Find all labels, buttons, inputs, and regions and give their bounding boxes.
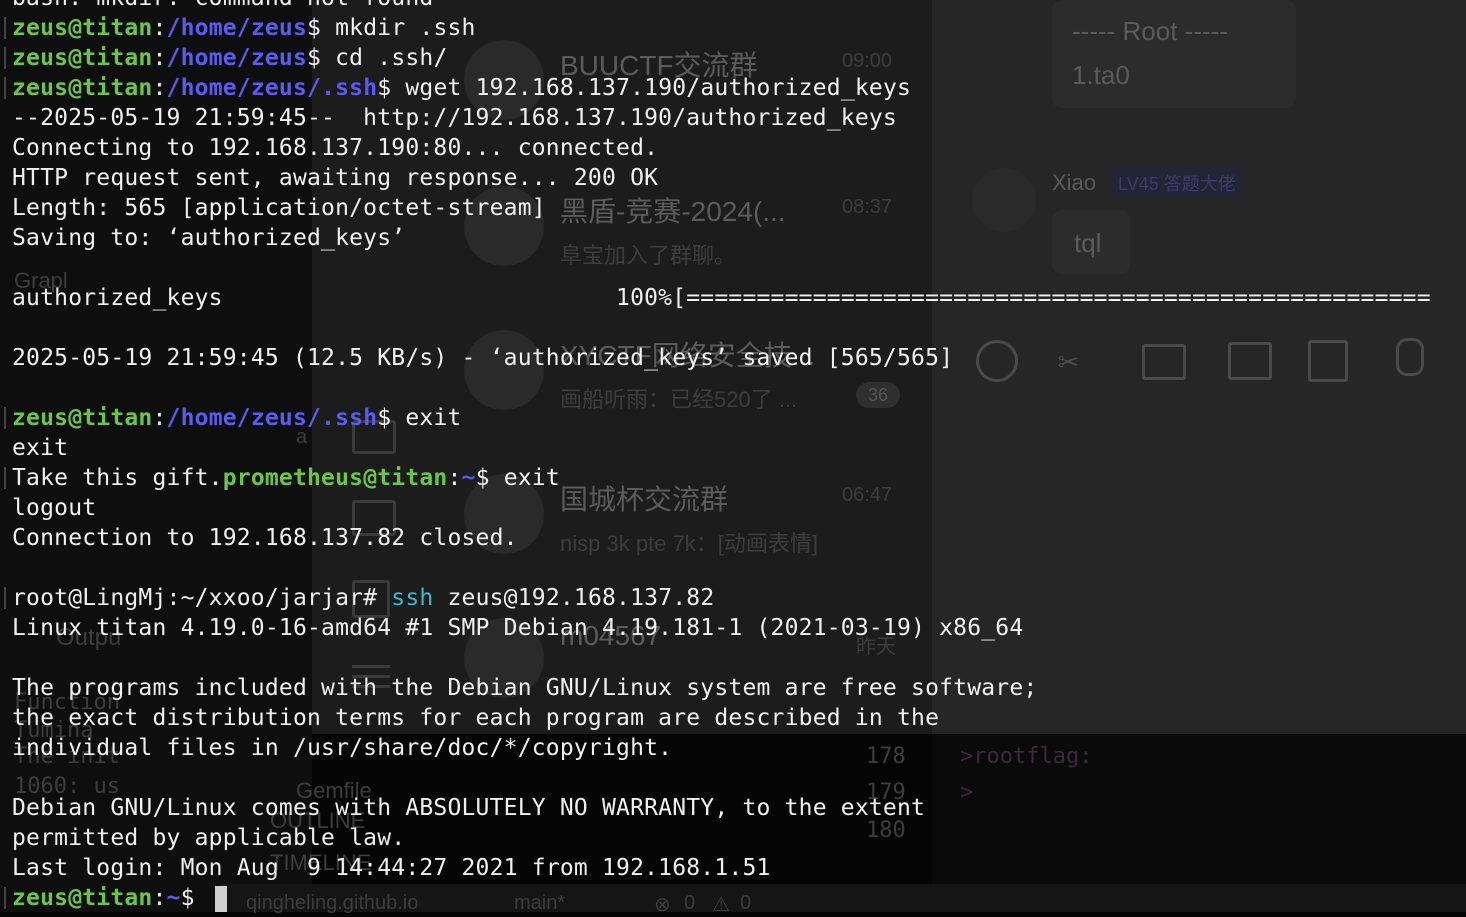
terminal-text: the exact distribution terms for each pr… <box>12 705 940 731</box>
terminal-line: zeus@titan:~$ <box>12 883 227 913</box>
terminal-line: Take this gift.prometheus@titan:~$ exit <box>12 463 560 493</box>
terminal-line: bash: mkdir: command not found <box>12 0 433 13</box>
terminal-text: Connecting to 192.168.137.190:80... conn… <box>12 135 659 161</box>
terminal-text: /home/zeus <box>166 45 308 71</box>
terminal-line: exit <box>12 433 68 463</box>
terminal-text: bash: mkdir: command not found <box>12 0 433 11</box>
prompt-marker <box>4 407 6 429</box>
terminal-output[interactable]: bash: mkdir: command not found zeus@titan… <box>0 0 1466 912</box>
terminal-text: : <box>152 45 167 71</box>
terminal-text: $ mkdir .ssh <box>307 15 476 41</box>
terminal-text: : <box>152 405 167 431</box>
terminal-text: logout <box>12 495 97 521</box>
terminal-text: /home/zeus/.ssh <box>166 75 378 101</box>
terminal-text: Length: 565 [application/octet-stream] <box>12 195 546 221</box>
terminal-line: individual files in /usr/share/doc/*/cop… <box>12 733 672 763</box>
terminal-line: Debian GNU/Linux comes with ABSOLUTELY N… <box>12 793 925 823</box>
prompt-marker <box>4 17 6 39</box>
terminal-text: /home/zeus/.ssh <box>166 405 378 431</box>
prompt-marker <box>4 467 6 489</box>
terminal-line: Connection to 192.168.137.82 closed. <box>12 523 518 553</box>
terminal-text: prometheus@titan <box>222 465 448 491</box>
terminal-line: zeus@titan:/home/zeus$ mkdir .ssh <box>12 13 476 43</box>
terminal-text: authorized_keys 100%[===================… <box>12 285 1431 311</box>
terminal-text: Connection to 192.168.137.82 closed. <box>12 525 518 551</box>
terminal-line: the exact distribution terms for each pr… <box>12 703 939 733</box>
terminal-line: Connecting to 192.168.137.190:80... conn… <box>12 133 658 163</box>
terminal-line: The programs included with the Debian GN… <box>12 673 1037 703</box>
terminal-line: permitted by applicable law. <box>12 823 405 853</box>
terminal-text: /home/zeus <box>166 15 308 41</box>
terminal-cursor <box>214 885 227 912</box>
terminal-text: ssh <box>391 585 434 611</box>
terminal-text: : <box>447 465 462 491</box>
terminal-text: $ wget 192.168.137.190/authorized_keys <box>377 75 912 101</box>
terminal-line: Last login: Mon Aug 9 14:44:27 2021 from… <box>12 853 771 883</box>
terminal-text: $ exit <box>377 405 462 431</box>
terminal-line: authorized_keys 100%[===================… <box>12 283 1431 313</box>
terminal-line: zeus@titan:/home/zeus$ cd .ssh/ <box>12 43 448 73</box>
terminal-text: zeus@titan <box>12 885 153 911</box>
terminal-line: --2025-05-19 21:59:45-- http://192.168.1… <box>12 103 897 133</box>
terminal-text: ~ <box>166 885 181 911</box>
terminal-text: permitted by applicable law. <box>12 825 406 851</box>
terminal-text: Saving to: ‘authorized_keys’ <box>12 225 406 251</box>
terminal-line: Linux titan 4.19.0-16-amd64 #1 SMP Debia… <box>12 613 1023 643</box>
terminal-text: Last login: Mon Aug 9 14:44:27 2021 from… <box>12 855 771 881</box>
terminal-text: The programs included with the Debian GN… <box>12 675 1038 701</box>
terminal-text: $ exit <box>475 465 560 491</box>
terminal-text: Debian GNU/Linux comes with ABSOLUTELY N… <box>12 795 926 821</box>
terminal-text: Linux titan 4.19.0-16-amd64 #1 SMP Debia… <box>12 615 1024 641</box>
terminal-line: zeus@titan:/home/zeus/.ssh$ exit <box>12 403 462 433</box>
terminal-text: $ cd .ssh/ <box>307 45 448 71</box>
terminal-text: Take this gift. <box>12 465 223 491</box>
terminal-line: root@LingMj:~/xxoo/jarjar# ssh zeus@192.… <box>12 583 714 613</box>
terminal-text: exit <box>12 435 69 461</box>
terminal-line: Saving to: ‘authorized_keys’ <box>12 223 405 253</box>
terminal-text: : <box>152 75 167 101</box>
terminal-text: ~ <box>461 465 476 491</box>
prompt-marker <box>4 77 6 99</box>
terminal-text: HTTP request sent, awaiting response... … <box>12 165 659 191</box>
terminal-text: : <box>152 885 167 911</box>
terminal-line: logout <box>12 493 96 523</box>
prompt-marker <box>4 587 6 609</box>
terminal-line: 2025-05-19 21:59:45 (12.5 KB/s) - ‘autho… <box>12 343 953 373</box>
terminal-text: zeus@titan <box>12 75 153 101</box>
terminal-text: zeus@titan <box>12 405 153 431</box>
prompt-marker <box>4 887 6 909</box>
terminal-text: zeus@titan <box>12 15 153 41</box>
terminal-text: --2025-05-19 21:59:45-- http://192.168.1… <box>12 105 897 131</box>
terminal-text: zeus@192.168.137.82 <box>433 585 715 611</box>
terminal-text: $ <box>180 885 209 911</box>
terminal-line: zeus@titan:/home/zeus/.ssh$ wget 192.168… <box>12 73 911 103</box>
terminal-text: : <box>152 15 167 41</box>
terminal-line: HTTP request sent, awaiting response... … <box>12 163 658 193</box>
terminal-text: individual files in /usr/share/doc/*/cop… <box>12 735 673 761</box>
terminal-line: Length: 565 [application/octet-stream] <box>12 193 546 223</box>
terminal-text: zeus@titan <box>12 45 153 71</box>
terminal-text: root@LingMj:~/xxoo/jarjar# <box>12 585 392 611</box>
terminal-text: 2025-05-19 21:59:45 (12.5 KB/s) - ‘autho… <box>12 345 954 371</box>
prompt-marker <box>4 47 6 69</box>
